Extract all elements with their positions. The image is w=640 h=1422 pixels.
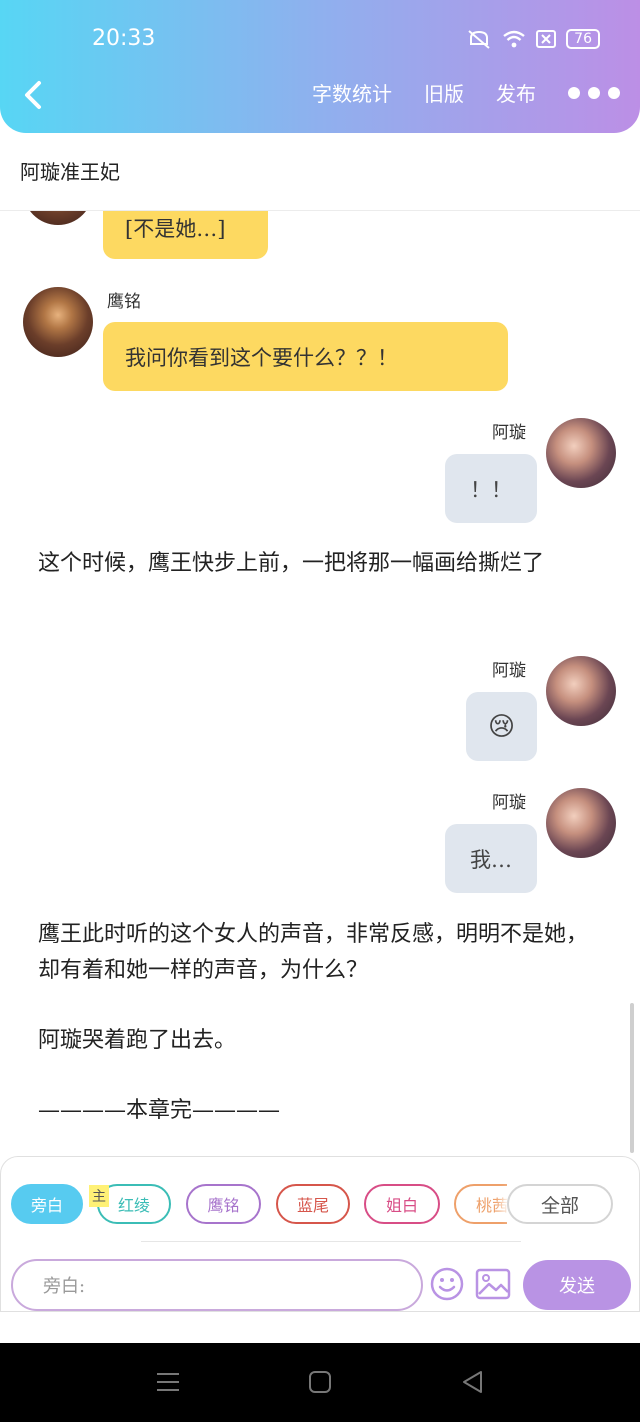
back-arrow-icon[interactable] (20, 78, 46, 112)
scrollbar[interactable] (630, 1003, 634, 1153)
home-icon[interactable] (307, 1369, 333, 1395)
speaker-name: 鹰铭 (107, 292, 141, 312)
status-icons: 76 (466, 28, 600, 50)
chat-area[interactable]: [不是她…] 鹰铭 我问你看到这个要什么？？！ 阿璇 ！！ 这个时候，鹰王快步上… (0, 211, 640, 1157)
message-bubble[interactable]: 😢 (466, 692, 537, 761)
app-header: 20:33 76 字数统计 旧版 发布 (0, 0, 640, 133)
narration-text[interactable]: 这个时候，鹰王快步上前，一把将那一幅画给撕烂了 (38, 546, 604, 582)
old-version-button[interactable]: 旧版 (424, 78, 464, 107)
system-nav-bar (0, 1343, 640, 1422)
avatar-axuan[interactable] (546, 656, 616, 726)
avatar-yingming[interactable] (23, 211, 93, 225)
chip-narrator[interactable]: 旁白 (11, 1184, 83, 1224)
speaker-name: 阿璇 (492, 661, 526, 681)
battery-indicator: 76 (566, 29, 600, 49)
speaker-name: 阿璇 (492, 793, 526, 813)
chip-jiebai[interactable]: 姐白 (364, 1184, 440, 1224)
avatar-axuan[interactable] (546, 788, 616, 858)
narration-text[interactable]: 鹰王此时听的这个女人的声音，非常反感，明明不是她，却有着和她一样的声音，为什么？ (38, 917, 604, 989)
chip-taoqian[interactable]: 桃茜 (454, 1184, 507, 1224)
mute-icon (468, 30, 490, 49)
story-title[interactable]: 阿璇准王妃 (20, 156, 120, 185)
menu-icon[interactable] (155, 1369, 181, 1395)
image-icon[interactable] (475, 1267, 511, 1301)
avatar-axuan[interactable] (546, 418, 616, 488)
speaker-name: 阿璇 (492, 423, 526, 443)
message-input[interactable]: 旁白: (11, 1259, 423, 1311)
send-button[interactable]: 发送 (523, 1260, 631, 1310)
publish-button[interactable]: 发布 (496, 78, 536, 107)
back-triangle-icon[interactable] (460, 1369, 486, 1395)
chip-yingming[interactable]: 鹰铭 (186, 1184, 261, 1224)
sim-off-icon (536, 30, 557, 48)
more-icon[interactable] (568, 86, 620, 99)
message-bubble[interactable]: 我… (445, 824, 537, 893)
wifi-icon (503, 30, 525, 48)
header-toolbar: 字数统计 旧版 发布 (312, 78, 620, 107)
main-character-tag: 主 (89, 1185, 109, 1207)
all-characters-button[interactable]: 全部 (507, 1184, 613, 1224)
status-time: 20:33 (92, 26, 156, 51)
emoji-icon[interactable] (429, 1266, 465, 1302)
chip-lanwei[interactable]: 蓝尾 (276, 1184, 350, 1224)
message-bubble[interactable]: 我问你看到这个要什么？？！ (103, 322, 508, 391)
narration-text[interactable]: 阿璇哭着跑了出去。 (38, 1023, 604, 1059)
input-panel: 旁白 红绫 鹰铭 蓝尾 姐白 桃茜 主 全部 旁白: 发送 (0, 1156, 640, 1312)
panel-divider (141, 1241, 521, 1242)
chapter-end-text[interactable]: ————本章完———— (38, 1093, 604, 1129)
message-bubble[interactable]: ！！ (445, 454, 537, 523)
message-bubble[interactable]: [不是她…] (103, 211, 268, 259)
avatar-yingming[interactable] (23, 287, 93, 357)
word-count-button[interactable]: 字数统计 (312, 78, 392, 107)
character-chips[interactable]: 旁白 红绫 鹰铭 蓝尾 姐白 桃茜 (11, 1184, 507, 1228)
